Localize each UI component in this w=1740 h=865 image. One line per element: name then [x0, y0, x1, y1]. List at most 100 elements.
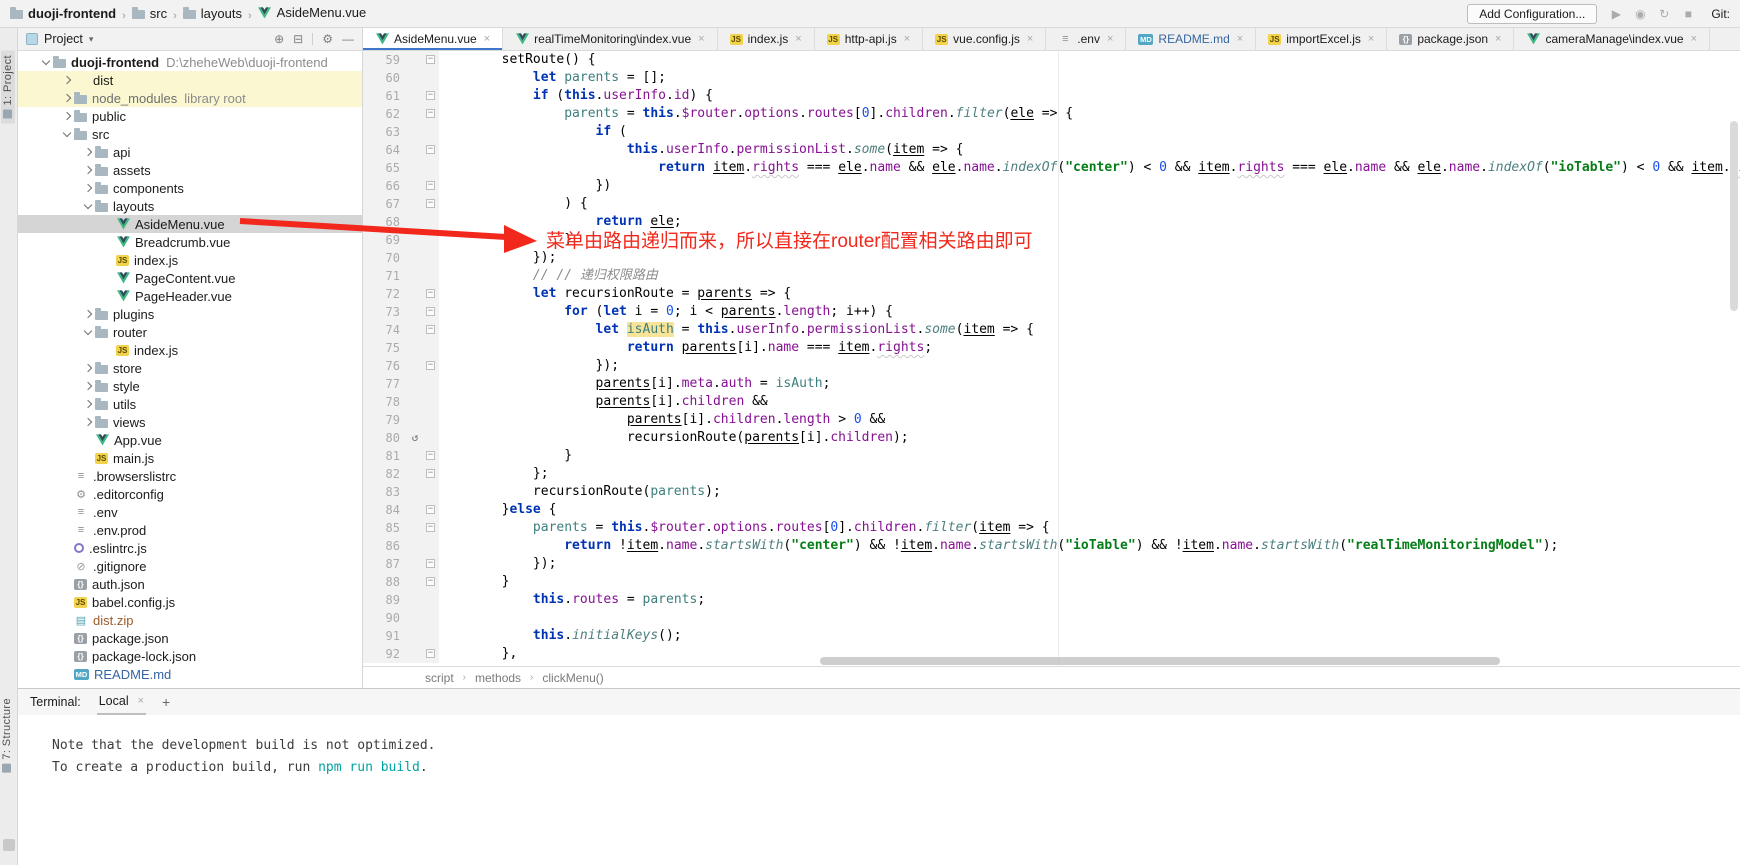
project-tool-button[interactable]: 1: Project — [1, 50, 15, 123]
fold-marker-icon[interactable]: − — [426, 199, 435, 208]
tree-row[interactable]: {}package-lock.json — [18, 647, 362, 665]
tree-row[interactable]: PageHeader.vue — [18, 287, 362, 305]
close-icon[interactable]: × — [1107, 33, 1113, 45]
tree-row[interactable]: plugins — [18, 305, 362, 323]
debug-button[interactable]: ◉ — [1632, 7, 1648, 21]
breadcrumb-item[interactable]: src — [132, 6, 167, 21]
stop-button[interactable]: ■ — [1680, 7, 1696, 21]
chevron-right-icon[interactable] — [80, 401, 95, 407]
editor-tab[interactable]: MDREADME.md× — [1126, 28, 1256, 50]
vertical-scrollbar[interactable] — [1730, 121, 1738, 311]
tree-row[interactable]: JSmain.js — [18, 449, 362, 467]
tree-row[interactable]: views — [18, 413, 362, 431]
breadcrumb-item[interactable]: layouts — [183, 6, 242, 21]
chevron-right-icon[interactable] — [80, 383, 95, 389]
terminal-tool-icon[interactable] — [3, 839, 15, 851]
tree-row[interactable]: ≡.env.prod — [18, 521, 362, 539]
tree-row[interactable]: layouts — [18, 197, 362, 215]
tree-row[interactable]: PageContent.vue — [18, 269, 362, 287]
locate-icon[interactable]: ⊕ — [274, 32, 284, 46]
tree-row[interactable]: {}auth.json — [18, 575, 362, 593]
run-button[interactable]: ▶ — [1608, 7, 1624, 21]
tree-row[interactable]: store — [18, 359, 362, 377]
close-icon[interactable]: × — [1237, 33, 1243, 45]
tree-row[interactable]: api — [18, 143, 362, 161]
editor-tab[interactable]: JSindex.js× — [718, 28, 815, 50]
tree-row[interactable]: src — [18, 125, 362, 143]
fold-marker-icon[interactable]: − — [426, 361, 435, 370]
editor-tab[interactable]: JShttp-api.js× — [815, 28, 923, 50]
terminal-label[interactable]: Terminal: — [30, 695, 81, 709]
chevron-right-icon[interactable] — [80, 419, 95, 425]
fold-marker-icon[interactable]: − — [426, 505, 435, 514]
close-icon[interactable]: × — [904, 33, 910, 45]
chevron-right-icon[interactable] — [59, 77, 74, 83]
recursive-call-icon[interactable]: ↺ — [407, 429, 423, 447]
close-icon[interactable]: × — [1027, 33, 1033, 45]
chevron-right-icon[interactable] — [80, 185, 95, 191]
tree-row[interactable]: ≡.env — [18, 503, 362, 521]
fold-marker-icon[interactable]: − — [426, 577, 435, 586]
chevron-down-icon[interactable] — [80, 205, 95, 208]
tree-row[interactable]: App.vue — [18, 431, 362, 449]
hide-panel-icon[interactable]: — — [342, 32, 354, 46]
tree-row[interactable]: ⚙.editorconfig — [18, 485, 362, 503]
coverage-button[interactable]: ↻ — [1656, 7, 1672, 21]
fold-marker-icon[interactable]: − — [426, 91, 435, 100]
collapse-all-icon[interactable]: ⊟ — [293, 32, 303, 46]
chevron-down-icon[interactable] — [80, 331, 95, 334]
close-icon[interactable]: × — [698, 33, 704, 45]
terminal-output[interactable]: Note that the development build is not o… — [18, 715, 1740, 865]
code-area[interactable]: 59− setRoute() {60 let parents = [];61− … — [363, 51, 1740, 666]
fold-marker-icon[interactable]: − — [426, 451, 435, 460]
close-icon[interactable]: × — [1368, 33, 1374, 45]
fold-marker-icon[interactable]: − — [426, 523, 435, 532]
editor-tab[interactable]: cameraManage\index.vue× — [1514, 28, 1710, 50]
horizontal-scrollbar[interactable] — [820, 657, 1500, 665]
fold-marker-icon[interactable]: − — [426, 145, 435, 154]
tree-row[interactable]: JSbabel.config.js — [18, 593, 362, 611]
close-icon[interactable]: × — [795, 33, 801, 45]
tree-row[interactable]: ≡.browserslistrc — [18, 467, 362, 485]
tree-row[interactable]: .eslintrc.js — [18, 539, 362, 557]
breadcrumb-item[interactable]: duoji-frontend — [10, 6, 116, 21]
git-label[interactable]: Git: — [1711, 7, 1730, 21]
fold-marker-icon[interactable]: − — [426, 181, 435, 190]
tree-row[interactable]: MDREADME.md — [18, 665, 362, 683]
fold-marker-icon[interactable]: − — [426, 469, 435, 478]
tree-row[interactable]: style — [18, 377, 362, 395]
tree-row[interactable]: node_moduleslibrary root — [18, 89, 362, 107]
editor-breadcrumb-item[interactable]: methods — [475, 671, 521, 685]
terminal-tab-local[interactable]: Local × — [97, 689, 146, 715]
fold-marker-icon[interactable]: − — [426, 307, 435, 316]
chevron-right-icon[interactable] — [59, 113, 74, 119]
fold-marker-icon[interactable]: − — [426, 649, 435, 658]
editor-breadcrumb-item[interactable]: script — [425, 671, 454, 685]
fold-marker-icon[interactable]: − — [426, 109, 435, 118]
breadcrumb-item[interactable]: AsideMenu.vue — [258, 5, 367, 20]
tree-row[interactable]: Breadcrumb.vue — [18, 233, 362, 251]
editor-tab[interactable]: AsideMenu.vue× — [363, 28, 503, 50]
add-configuration-button[interactable]: Add Configuration... — [1467, 4, 1597, 24]
tree-row[interactable]: components — [18, 179, 362, 197]
fold-marker-icon[interactable]: − — [426, 325, 435, 334]
chevron-right-icon[interactable] — [80, 365, 95, 371]
settings-icon[interactable]: ⚙ — [322, 32, 333, 46]
editor-tab[interactable]: JSimportExcel.js× — [1256, 28, 1387, 50]
chevron-right-icon[interactable] — [80, 149, 95, 155]
chevron-down-icon[interactable] — [38, 61, 53, 64]
editor-tab[interactable]: {}package.json× — [1387, 28, 1514, 50]
tree-row[interactable]: public — [18, 107, 362, 125]
editor-breadcrumb-item[interactable]: clickMenu() — [542, 671, 603, 685]
structure-tool-button[interactable]: 7: Structure — [1, 698, 13, 773]
tree-row[interactable]: ▤dist.zip — [18, 611, 362, 629]
tree-row[interactable]: AsideMenu.vue — [18, 215, 362, 233]
tree-row[interactable]: router — [18, 323, 362, 341]
tree-row[interactable]: {}package.json — [18, 629, 362, 647]
close-icon[interactable]: × — [484, 33, 490, 45]
tree-row[interactable]: JSindex.js — [18, 341, 362, 359]
close-icon[interactable]: × — [1495, 33, 1501, 45]
editor-tab[interactable]: realTimeMonitoring\index.vue× — [503, 28, 717, 50]
tree-row[interactable]: duoji-frontendD:\zheheWeb\duoji-frontend — [18, 53, 362, 71]
chevron-right-icon[interactable] — [59, 95, 74, 101]
